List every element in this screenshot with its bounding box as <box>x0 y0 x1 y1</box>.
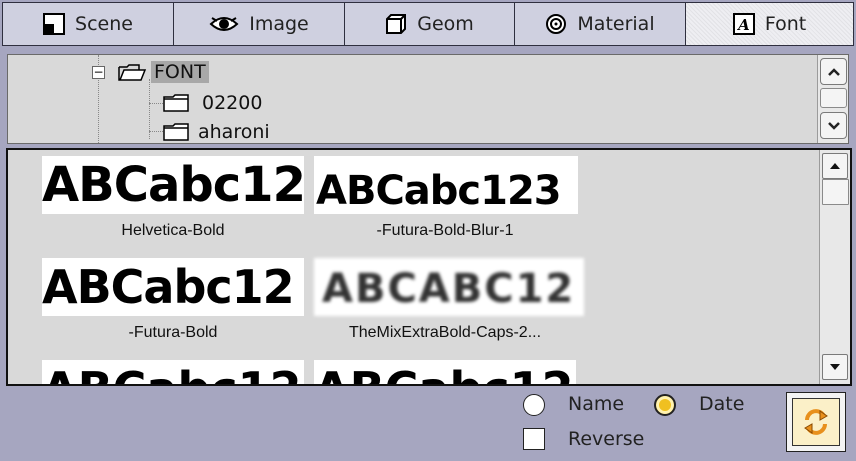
scroll-down-button[interactable] <box>822 354 848 380</box>
font-name: -Futura-Bold-Blur-1 <box>376 222 514 239</box>
reverse-checkbox[interactable] <box>523 428 545 450</box>
font-icon: A <box>732 13 755 35</box>
open-folder-icon <box>117 62 147 82</box>
tab-scene[interactable]: Scene <box>2 2 174 46</box>
folder-icon <box>162 122 192 142</box>
triangle-up-icon <box>830 163 840 169</box>
material-icon <box>545 13 567 35</box>
folder-tree: − FONT 02200 aharoni <box>7 54 849 144</box>
font-item[interactable]: ABCabc123 <box>42 360 304 384</box>
font-preview: ABCabc123 <box>42 156 304 214</box>
chevron-up-icon <box>827 67 840 76</box>
font-item[interactable]: ABCabc123 Helvetica-Bold <box>42 156 304 240</box>
svg-text:A: A <box>736 16 750 34</box>
refresh-button[interactable] <box>786 392 846 452</box>
tree-guide-line <box>149 103 163 104</box>
sort-date-radio[interactable] <box>654 394 676 416</box>
font-preview: ABCABC12 <box>314 258 584 316</box>
font-name: -Futura-Bold <box>128 324 218 341</box>
font-item[interactable]: ABCabc12 -Futura-Bold <box>42 258 304 342</box>
font-preview: ABCabc12 <box>314 360 576 384</box>
tree-scrollbar[interactable] <box>817 55 848 143</box>
tree-item-02200[interactable]: 02200 <box>162 91 262 115</box>
tree-item-font[interactable]: − FONT <box>92 60 209 84</box>
tab-material[interactable]: Material <box>514 2 686 46</box>
tab-geom[interactable]: Geom <box>344 2 515 46</box>
scroll-up-button[interactable] <box>820 58 847 85</box>
font-preview-grid: ABCabc123 Helvetica-Bold ABCabc123 -Futu… <box>6 148 852 386</box>
sort-name-radio[interactable] <box>523 394 545 416</box>
tab-font[interactable]: A Font <box>685 2 854 46</box>
refresh-icon-frame <box>792 398 840 446</box>
triangle-down-icon <box>830 364 840 370</box>
tree-item-aharoni[interactable]: aharoni <box>162 120 270 143</box>
font-item[interactable]: ABCabc123 -Futura-Bold-Blur-1 <box>314 156 578 240</box>
tab-bar: Scene Image Geom Material A Font <box>2 2 854 48</box>
folder-icon <box>162 93 192 113</box>
sort-date-label: Date <box>699 393 745 415</box>
eye-icon <box>209 13 239 35</box>
font-item[interactable]: ABCabc12 <box>314 360 576 384</box>
tab-image[interactable]: Image <box>173 2 345 46</box>
tab-label: Scene <box>75 13 133 35</box>
tree-item-label: FONT <box>151 61 209 83</box>
tab-label: Material <box>577 13 655 35</box>
tab-label: Geom <box>417 13 474 35</box>
scene-icon <box>43 13 66 35</box>
font-browser-window: Scene Image Geom Material A Font − FONT … <box>0 0 856 461</box>
sort-name-label: Name <box>568 393 625 415</box>
chevron-down-icon <box>827 121 840 130</box>
font-name: Helvetica-Bold <box>121 222 225 239</box>
tab-label: Font <box>764 13 807 35</box>
font-name: TheMixExtraBold-Caps-2... <box>348 324 542 341</box>
font-item[interactable]: ABCABC12 TheMixExtraBold-Caps-2... <box>314 258 584 342</box>
font-grid-scrollbar[interactable] <box>819 150 850 384</box>
reverse-label: Reverse <box>568 428 645 450</box>
font-preview: ABCabc12 <box>42 258 304 316</box>
tree-item-label: aharoni <box>198 121 270 143</box>
tree-item-label: 02200 <box>202 92 263 114</box>
tab-label: Image <box>249 13 309 35</box>
refresh-icon <box>804 409 828 435</box>
scroll-down-button[interactable] <box>820 112 847 139</box>
tree-guide-line <box>149 79 150 139</box>
geom-icon <box>385 13 407 35</box>
font-preview: ABCabc123 <box>314 156 578 214</box>
scroll-thumb[interactable] <box>820 88 847 108</box>
tree-guide-line <box>149 131 163 132</box>
scroll-up-button[interactable] <box>822 153 848 179</box>
sort-options-bar: Name Date Reverse <box>2 388 854 459</box>
scroll-thumb[interactable] <box>822 179 849 205</box>
font-preview: ABCabc123 <box>42 360 304 384</box>
collapse-icon[interactable]: − <box>92 65 105 79</box>
